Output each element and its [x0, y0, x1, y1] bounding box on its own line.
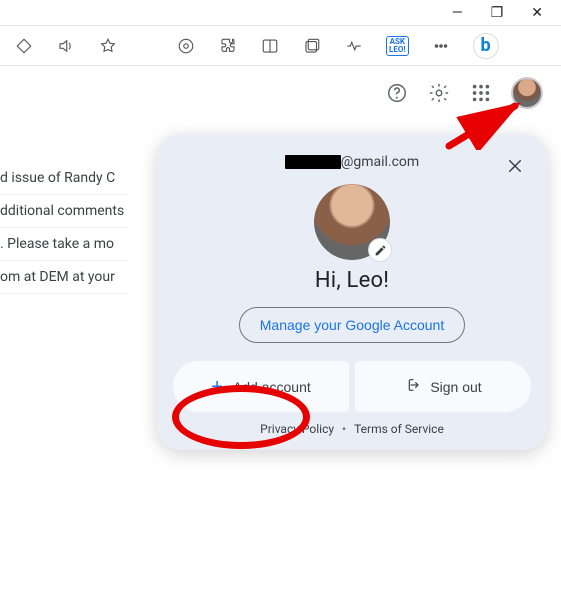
add-account-button[interactable]: + Add account: [173, 361, 349, 412]
favorite-star-icon[interactable]: [98, 36, 118, 56]
background-mail-text: d issue of Randy C dditional comments . …: [0, 162, 128, 294]
apps-grid-icon[interactable]: [469, 81, 493, 105]
add-account-label: Add account: [233, 379, 311, 395]
account-popover: @gmail.com Hi, Leo! Manage your Google A…: [157, 134, 547, 450]
close-window-button[interactable]: ✕: [531, 5, 543, 21]
extension-puzzle-icon[interactable]: [218, 36, 238, 56]
browser-toolbar: ASK LEO! b: [0, 26, 561, 66]
collections-icon[interactable]: [302, 36, 322, 56]
performance-heart-icon[interactable]: [344, 36, 364, 56]
terms-link[interactable]: Terms of Service: [354, 422, 444, 436]
help-icon[interactable]: [385, 81, 409, 105]
torn-edge-decoration: [0, 567, 561, 607]
account-action-row: + Add account Sign out: [173, 361, 531, 412]
email-suffix: @gmail.com: [341, 154, 419, 170]
sign-out-button[interactable]: Sign out: [355, 361, 531, 412]
greeting-text: Hi, Leo!: [175, 268, 529, 293]
more-dots-icon[interactable]: [431, 36, 451, 56]
privacy-link[interactable]: Privacy Policy: [260, 422, 334, 436]
google-header: [0, 66, 561, 120]
bg-line: om at DEM at your: [0, 261, 128, 294]
gear-icon[interactable]: [427, 81, 451, 105]
account-email: @gmail.com: [175, 154, 529, 170]
bing-chat-icon[interactable]: b: [473, 33, 499, 59]
ask-leo-line2: LEO!: [389, 46, 406, 54]
bg-line: d issue of Randy C: [0, 162, 128, 195]
close-popover-button[interactable]: [501, 152, 529, 180]
redacted-username: [285, 155, 341, 169]
separator-dot: •: [342, 422, 346, 436]
manage-account-button[interactable]: Manage your Google Account: [239, 307, 465, 343]
profile-avatar[interactable]: [511, 77, 543, 109]
window-titlebar: — ❐ ✕: [0, 0, 561, 26]
shield-lock-icon[interactable]: [176, 36, 196, 56]
bg-line: . Please take a mo: [0, 228, 128, 261]
diamond-icon[interactable]: [14, 36, 34, 56]
ask-leo-button[interactable]: ASK LEO!: [386, 36, 409, 56]
sign-out-label: Sign out: [430, 379, 481, 395]
read-aloud-icon[interactable]: [56, 36, 76, 56]
account-footer: Privacy Policy • Terms of Service: [175, 422, 529, 436]
edit-avatar-button[interactable]: [368, 238, 392, 262]
bg-line: dditional comments: [0, 195, 128, 228]
split-screen-icon[interactable]: [260, 36, 280, 56]
maximize-button[interactable]: ❐: [491, 5, 504, 21]
sign-out-icon: [404, 377, 420, 396]
account-avatar-wrap: [314, 184, 390, 260]
minimize-button[interactable]: —: [452, 5, 463, 21]
